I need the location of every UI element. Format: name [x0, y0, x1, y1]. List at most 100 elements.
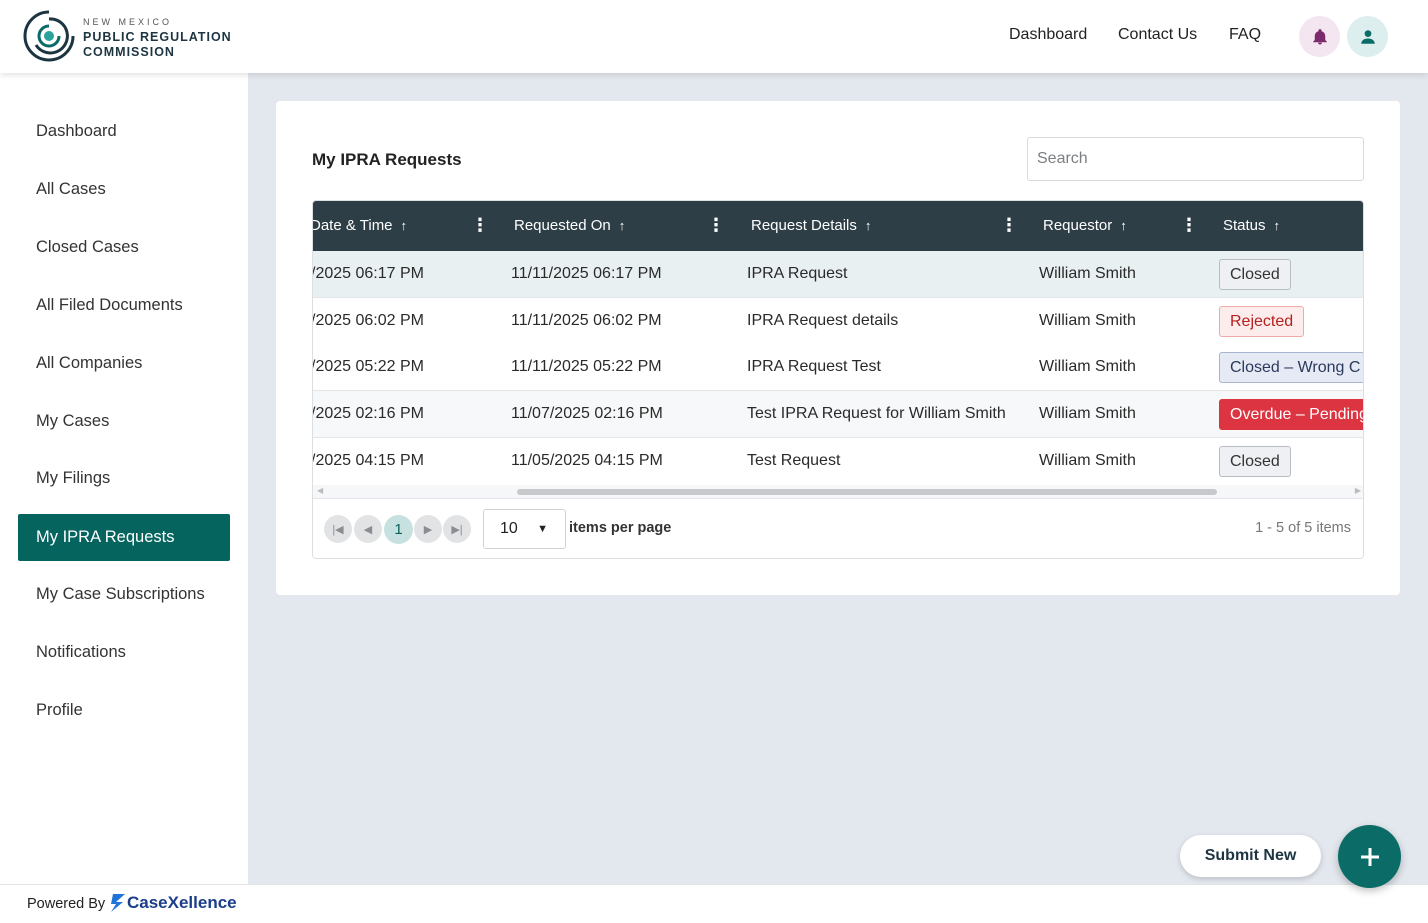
- sort-asc-icon: ↑: [618, 218, 626, 233]
- sort-asc-icon: ↑: [1120, 218, 1127, 233]
- column-header-label: Request Details: [751, 217, 857, 234]
- user-menu-button[interactable]: [1347, 16, 1388, 57]
- pager: |◀ ◀ 1 ▶ ▶| 10 ▼ items per page 1 - 5 of…: [313, 498, 1363, 558]
- table-row[interactable]: /2025 05:22 PM 11/11/2025 05:22 PM IPRA …: [312, 344, 1363, 391]
- next-page-icon[interactable]: ▶: [414, 515, 442, 543]
- cell-requested-on: 11/05/2025 04:15 PM: [511, 452, 663, 469]
- column-menu-icon[interactable]: ⋮: [471, 216, 489, 234]
- status-badge: Closed: [1219, 259, 1291, 290]
- sidebar: Dashboard All Cases Closed Cases All Fil…: [0, 73, 248, 884]
- cell-requestor: William Smith: [1039, 405, 1136, 422]
- sidebar-item-my-case-subscriptions[interactable]: My Case Subscriptions: [18, 571, 230, 618]
- column-header-requestor[interactable]: Requestor ↑: [1043, 217, 1127, 234]
- sidebar-item-my-cases[interactable]: My Cases: [18, 398, 230, 445]
- cell-requested-on: 11/11/2025 06:02 PM: [511, 312, 662, 329]
- brand-name: NEW MEXICO PUBLIC REGULATION COMMISSION: [83, 15, 232, 60]
- caret-down-icon: ▼: [537, 523, 548, 535]
- column-header-label: Status: [1223, 217, 1266, 234]
- add-request-button[interactable]: [1338, 825, 1401, 888]
- nm-prc-logo[interactable]: [22, 9, 76, 63]
- sort-asc-icon: ↑: [400, 218, 408, 233]
- cell-requestor: William Smith: [1039, 452, 1136, 469]
- sidebar-item-dashboard[interactable]: Dashboard: [18, 108, 230, 155]
- table-row[interactable]: /2025 06:17 PM 11/11/2025 06:17 PM IPRA …: [312, 251, 1363, 298]
- cell-requestor: William Smith: [1039, 358, 1136, 375]
- cell-date-time: /2025 05:22 PM: [312, 358, 424, 375]
- column-header-request-details[interactable]: Request Details ↑: [751, 217, 871, 234]
- cell-request-details: Test IPRA Request for William Smith: [747, 405, 1006, 422]
- table-row[interactable]: /2025 04:15 PM 11/05/2025 04:15 PM Test …: [312, 438, 1363, 485]
- first-page-icon[interactable]: |◀: [324, 515, 352, 543]
- table-row[interactable]: /2025 06:02 PM 11/11/2025 06:02 PM IPRA …: [312, 298, 1363, 345]
- page-title: My IPRA Requests: [312, 150, 462, 169]
- sidebar-item-profile[interactable]: Profile: [18, 687, 230, 734]
- brand-line-2: PUBLIC REGULATION: [83, 30, 232, 44]
- column-menu-icon[interactable]: ⋮: [1000, 216, 1018, 234]
- powered-by-label: Powered By: [27, 896, 106, 912]
- cell-date-time: /2025 02:16 PM: [312, 405, 424, 422]
- cell-requested-on: 11/11/2025 06:17 PM: [511, 265, 662, 282]
- column-header-date-time[interactable]: Date & Time ↑: [312, 217, 408, 234]
- casexellence-logo[interactable]: CaseXellence: [110, 893, 237, 913]
- column-header-label: Requested On: [514, 217, 611, 234]
- footer: Powered By CaseXellence: [0, 884, 1428, 923]
- top-nav-faq[interactable]: FAQ: [1229, 26, 1261, 44]
- cell-request-details: Test Request: [747, 452, 841, 469]
- page-size-select[interactable]: 10 ▼: [483, 509, 566, 549]
- submit-new-button[interactable]: Submit New: [1180, 835, 1321, 877]
- column-header-status[interactable]: Status ↑: [1223, 217, 1280, 234]
- brand-line-3: COMMISSION: [83, 45, 175, 59]
- column-menu-icon[interactable]: ⋮: [707, 216, 725, 234]
- sidebar-item-notifications[interactable]: Notifications: [18, 629, 230, 676]
- sidebar-item-my-filings[interactable]: My Filings: [18, 455, 230, 502]
- cell-date-time: /2025 04:15 PM: [312, 452, 424, 469]
- sort-asc-icon: ↑: [1273, 218, 1281, 233]
- cell-request-details: IPRA Request Test: [747, 358, 881, 375]
- sidebar-item-all-filed-documents[interactable]: All Filed Documents: [18, 282, 230, 329]
- status-badge: Closed: [1219, 446, 1291, 477]
- table-row[interactable]: /2025 02:16 PM 11/07/2025 02:16 PM Test …: [312, 391, 1363, 438]
- scrollbar-thumb[interactable]: [517, 489, 1217, 495]
- sidebar-item-closed-cases[interactable]: Closed Cases: [18, 224, 230, 271]
- scroll-left-icon[interactable]: ◀: [317, 486, 323, 495]
- cell-request-details: IPRA Request details: [747, 312, 899, 329]
- notifications-button[interactable]: [1299, 16, 1340, 57]
- casexellence-mark-icon: [111, 894, 125, 912]
- top-header: NEW MEXICO PUBLIC REGULATION COMMISSION …: [0, 0, 1428, 73]
- column-header-label: Date & Time: [312, 217, 393, 234]
- cell-requested-on: 11/07/2025 02:16 PM: [511, 405, 663, 422]
- sidebar-item-all-companies[interactable]: All Companies: [18, 340, 230, 387]
- pager-range-info: 1 - 5 of 5 items: [1255, 520, 1351, 536]
- status-badge: Rejected: [1219, 306, 1305, 337]
- cell-date-time: /2025 06:17 PM: [312, 265, 424, 282]
- status-badge: Closed – Wrong C: [1219, 352, 1363, 383]
- user-icon: [1360, 29, 1375, 44]
- ipra-requests-grid: Date & Time ↑ ⋮ Requested On ↑ ⋮ Request D…: [312, 200, 1364, 559]
- column-header-requested-on[interactable]: Requested On ↑: [514, 217, 625, 234]
- sort-asc-icon: ↑: [864, 218, 872, 233]
- sidebar-item-all-cases[interactable]: All Cases: [18, 166, 230, 213]
- plus-icon: [1360, 847, 1379, 866]
- page-size-value: 10: [500, 520, 518, 537]
- ipra-requests-card: My IPRA Requests Date & Time ↑ ⋮ Requeste…: [276, 101, 1400, 595]
- search-input[interactable]: [1027, 137, 1364, 181]
- status-badge: Overdue – Pending: [1219, 399, 1363, 430]
- cell-requested-on: 11/11/2025 05:22 PM: [511, 358, 662, 375]
- cell-date-time: /2025 06:02 PM: [312, 312, 424, 329]
- last-page-icon[interactable]: ▶|: [443, 515, 471, 543]
- cell-request-details: IPRA Request: [747, 265, 848, 282]
- column-header-label: Requestor: [1043, 217, 1113, 234]
- column-menu-icon[interactable]: ⋮: [1180, 216, 1198, 234]
- page-number-button[interactable]: 1: [384, 515, 413, 544]
- sidebar-item-my-ipra-requests[interactable]: My IPRA Requests: [18, 514, 230, 561]
- scroll-right-icon[interactable]: ▶: [1355, 486, 1361, 495]
- bell-icon: [1312, 28, 1327, 44]
- brand-footer-name: CaseXellence: [127, 893, 237, 912]
- prev-page-icon[interactable]: ◀: [354, 515, 382, 543]
- horizontal-scrollbar[interactable]: ◀ ▶: [313, 485, 1363, 498]
- brand-line-1: NEW MEXICO: [83, 17, 173, 27]
- grid-header: Date & Time ↑ ⋮ Requested On ↑ ⋮ Request D…: [312, 201, 1363, 251]
- top-nav-contact-us[interactable]: Contact Us: [1118, 26, 1197, 44]
- cell-requestor: William Smith: [1039, 312, 1136, 329]
- top-nav-dashboard[interactable]: Dashboard: [1009, 26, 1087, 44]
